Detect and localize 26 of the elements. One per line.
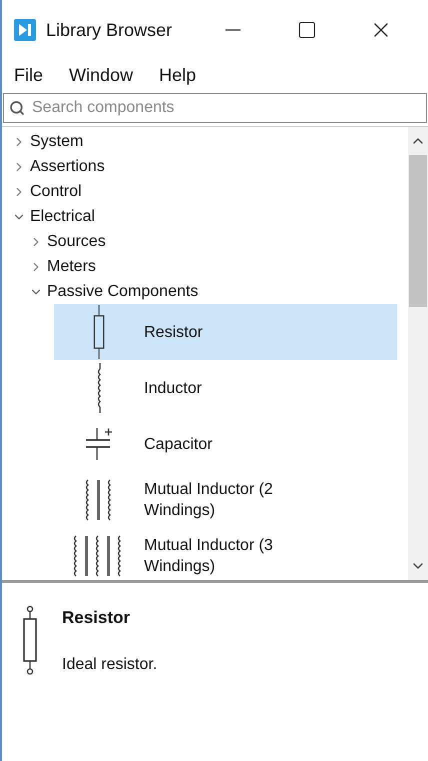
search-field[interactable]: Search components [3,93,427,123]
window-title: Library Browser [46,18,172,42]
tree-item[interactable]: Passive Components [47,280,198,304]
tree-item[interactable]: System [30,130,84,154]
tree-item[interactable]: Meters [47,254,96,278]
details-title: Resistor [62,607,132,629]
scrollbar[interactable] [408,127,428,580]
component-item[interactable]: Capacitor [54,416,397,472]
menu-item[interactable]: File [14,62,44,88]
scroll-thumb[interactable] [409,155,427,307]
component-item[interactable]: Mutual Inductor (3 Windings) [54,528,397,580]
resistor-symbol-icon [20,605,40,675]
menu-item[interactable]: Window [69,62,134,88]
maximize-icon[interactable] [297,20,318,40]
capacitor-icon [83,426,115,462]
tree-item[interactable]: Control [30,180,82,204]
tree-item[interactable]: Electrical [30,204,95,228]
component-item[interactable]: Inductor [54,360,397,416]
details-description: Ideal resistor. [62,654,158,674]
search-icon [9,100,25,116]
component-item[interactable]: Resistor [54,304,397,360]
tree-item[interactable]: Sources [47,230,106,254]
menu-item[interactable]: Help [159,62,196,88]
component-item[interactable]: Mutual Inductor (2 Windings) [54,472,397,528]
tree-item[interactable]: Assertions [30,154,105,178]
app-logo-icon [14,19,36,41]
